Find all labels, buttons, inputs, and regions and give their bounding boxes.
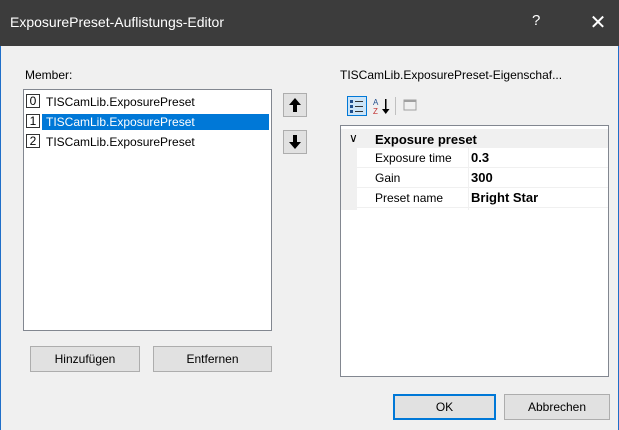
- item-label: TISCamLib.ExposurePreset: [46, 95, 195, 109]
- members-label: Member:: [25, 68, 73, 82]
- help-button[interactable]: ?: [532, 12, 540, 29]
- category-label: Exposure preset: [375, 132, 477, 147]
- move-up-button[interactable]: [283, 93, 307, 117]
- members-list[interactable]: 0 TISCamLib.ExposurePreset 1 TISCamLib.E…: [23, 89, 272, 331]
- property-row[interactable]: Gain 300: [341, 168, 608, 188]
- property-grid[interactable]: ∨ Exposure preset Exposure time 0.3 Gain…: [340, 125, 609, 377]
- list-item[interactable]: 0 TISCamLib.ExposurePreset: [26, 93, 269, 110]
- property-value[interactable]: 300: [471, 170, 493, 185]
- property-name: Gain: [375, 171, 401, 185]
- title-bar: ExposurePreset-Auflistungs-Editor ? ✕: [0, 0, 619, 46]
- categorized-view-button[interactable]: [347, 96, 367, 116]
- alphabetical-view-button[interactable]: A Z: [372, 96, 392, 116]
- property-pages-button[interactable]: [401, 96, 421, 116]
- property-name: Exposure time: [375, 151, 452, 165]
- item-index: 0: [26, 94, 40, 108]
- properties-header: TISCamLib.ExposurePreset-Eigenschaf...: [340, 68, 563, 82]
- ok-button[interactable]: OK: [393, 394, 496, 420]
- remove-button[interactable]: Entfernen: [153, 346, 272, 372]
- arrow-up-icon: [289, 98, 301, 112]
- property-value[interactable]: 0.3: [471, 150, 489, 165]
- item-index: 1: [26, 114, 40, 128]
- cancel-button[interactable]: Abbrechen: [504, 394, 610, 420]
- categorized-icon: [350, 100, 363, 113]
- property-row[interactable]: Preset name Bright Star: [341, 188, 608, 208]
- item-label: TISCamLib.ExposurePreset: [42, 114, 269, 130]
- property-name: Preset name: [375, 191, 444, 205]
- svg-text:A: A: [373, 98, 379, 107]
- property-row[interactable]: Exposure time 0.3: [341, 148, 608, 168]
- window-border-left: [0, 46, 1, 430]
- list-item[interactable]: 2 TISCamLib.ExposurePreset: [26, 133, 269, 150]
- item-label: TISCamLib.ExposurePreset: [46, 135, 195, 149]
- collapse-icon[interactable]: ∨: [349, 131, 358, 145]
- list-item-selected[interactable]: 1 TISCamLib.ExposurePreset: [26, 113, 269, 130]
- sort-az-icon: A Z: [373, 98, 390, 116]
- category-row[interactable]: ∨ Exposure preset: [341, 129, 608, 148]
- svg-text:Z: Z: [373, 107, 378, 116]
- arrow-down-icon: [289, 135, 301, 149]
- window-title: ExposurePreset-Auflistungs-Editor: [10, 14, 224, 30]
- property-value[interactable]: Bright Star: [471, 190, 538, 205]
- close-button[interactable]: ✕: [583, 9, 613, 37]
- add-button[interactable]: Hinzufügen: [30, 346, 140, 372]
- toolbar-separator: [395, 97, 396, 115]
- move-down-button[interactable]: [283, 130, 307, 154]
- item-index: 2: [26, 134, 40, 148]
- property-pages-icon: [403, 99, 417, 111]
